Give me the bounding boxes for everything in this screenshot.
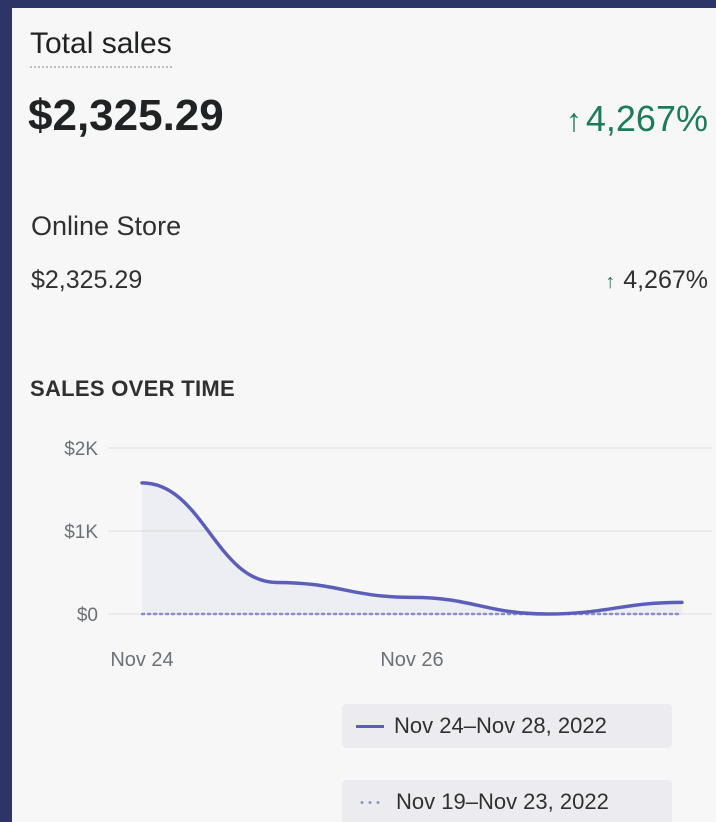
total-change-badge: ↑ 4,267% [566,94,708,145]
arrow-up-icon: ↑ [605,271,616,293]
y-tick-label: $0 [77,605,98,626]
solid-line-swatch [356,724,384,728]
sales-over-time-chart: $2K $1K $0 Nov 24 Nov 26 [64,439,712,671]
legend-label-previous: Nov 19–Nov 23, 2022 [396,789,609,814]
section-title: SALES OVER TIME [30,376,235,401]
total-change-value: 4,267% [585,98,708,139]
breakdown-change-badge: ↑ 4,267% [605,262,708,300]
arrow-up-icon: ↑ [565,102,582,138]
total-sales-value: $2,325.29 [28,91,224,140]
x-tick-label: Nov 24 [110,649,173,671]
total-sales-card: Total sales $2,325.29 ↑ 4,267% Online Sto… [12,8,716,822]
y-tick-label: $2K [64,439,98,460]
card-title[interactable]: Total sales [30,26,172,68]
y-tick-label: $1K [64,522,98,543]
legend-item-current[interactable]: Nov 24–Nov 28, 2022 [342,704,672,748]
breakdown-change-value: 4,267% [623,266,708,294]
x-tick-label: Nov 26 [380,649,443,671]
breakdown-label: Online Store [31,211,182,241]
dotted-line-swatch [358,800,384,804]
legend-label-current: Nov 24–Nov 28, 2022 [394,713,607,738]
legend-item-previous[interactable]: Nov 19–Nov 23, 2022 [342,780,672,822]
breakdown-value: $2,325.29 [31,266,143,294]
